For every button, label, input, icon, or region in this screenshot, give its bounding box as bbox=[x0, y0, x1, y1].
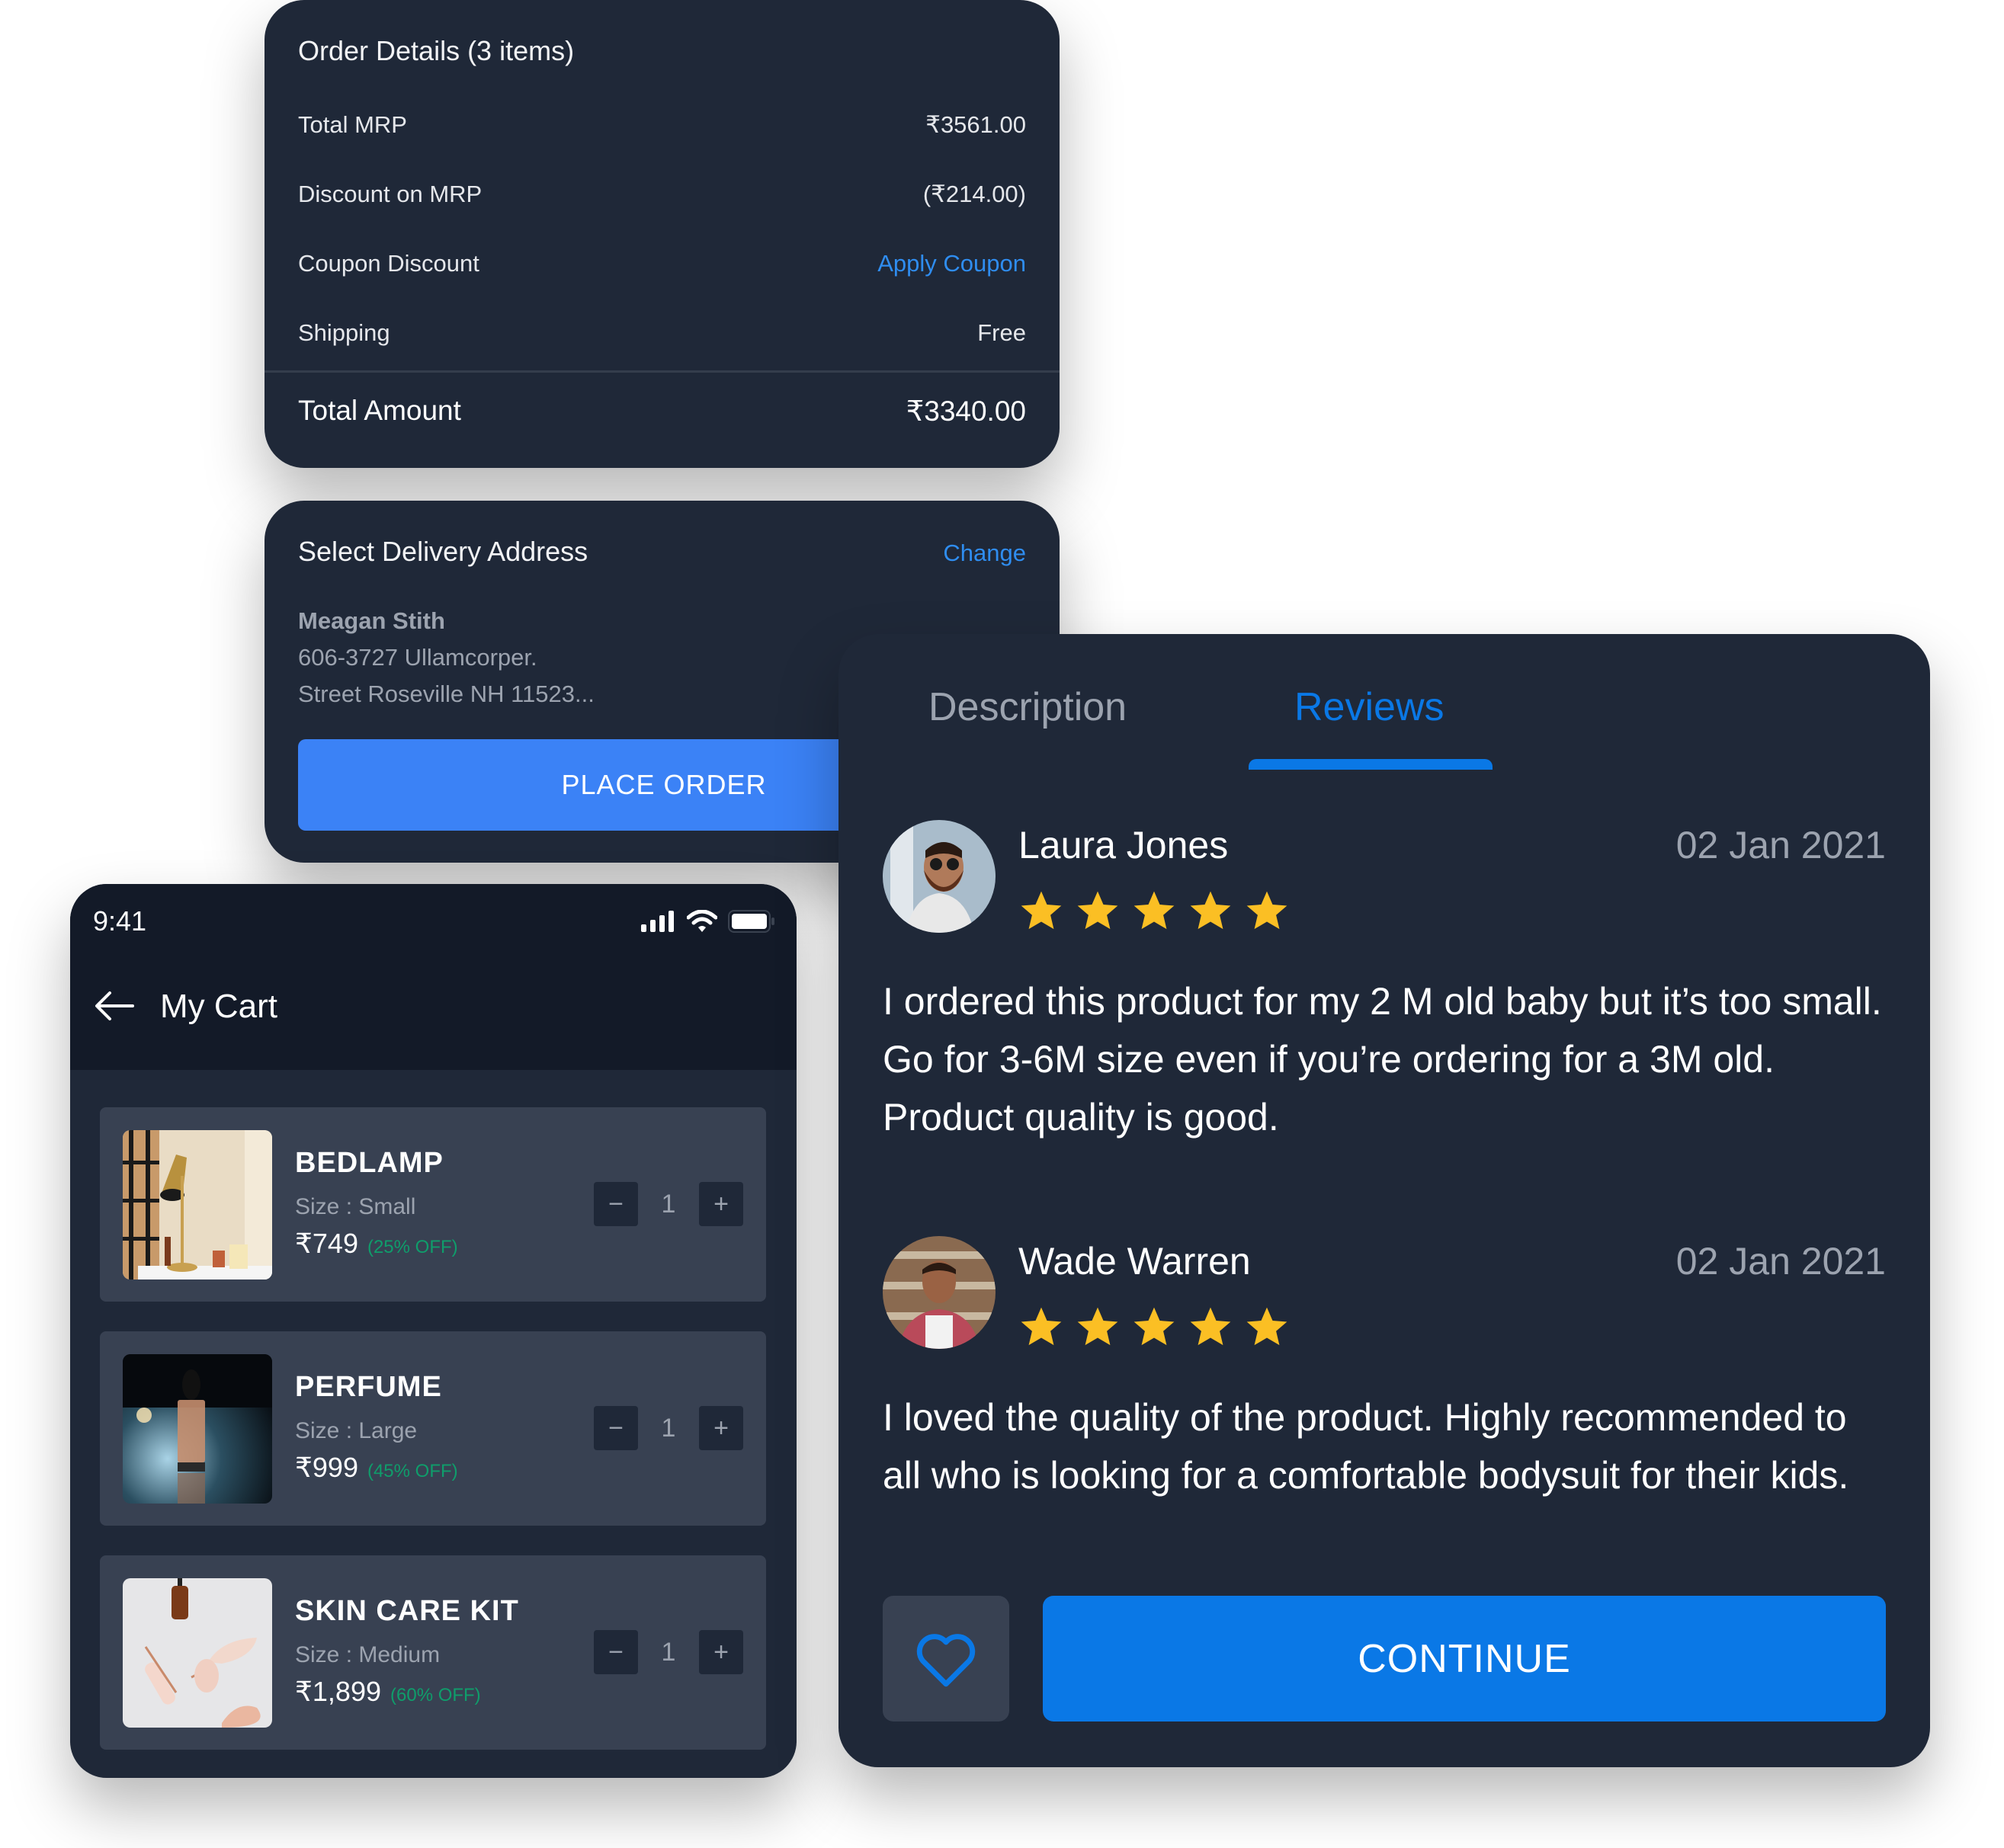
product-name: PERFUME bbox=[295, 1371, 442, 1403]
status-bar-icons bbox=[641, 910, 775, 933]
star-rating bbox=[1018, 889, 1290, 933]
address-line-2: Street Roseville NH 11523... bbox=[298, 681, 595, 707]
row-label: Discount on MRP bbox=[298, 181, 483, 207]
continue-button[interactable]: CONTINUE bbox=[1043, 1596, 1886, 1721]
product-size: Size : Small bbox=[295, 1194, 416, 1219]
star-icon bbox=[1021, 1307, 1062, 1346]
apply-coupon-link[interactable]: Apply Coupon bbox=[877, 250, 1026, 277]
cart-title: My Cart bbox=[160, 988, 277, 1025]
star-icon bbox=[1077, 1307, 1118, 1346]
perfume-image bbox=[123, 1354, 272, 1504]
tab-reviews[interactable]: Reviews bbox=[1294, 684, 1444, 730]
reviewer-name: Laura Jones bbox=[1018, 824, 1229, 866]
product-size: Size : Medium bbox=[295, 1642, 441, 1667]
tab-description[interactable]: Description bbox=[928, 684, 1127, 730]
review-date: 02 Jan 2021 bbox=[1675, 824, 1886, 866]
star-icon bbox=[1133, 1307, 1175, 1346]
star-icon bbox=[1021, 891, 1062, 930]
reviewer-name: Wade Warren bbox=[1018, 1240, 1251, 1283]
cart-phone-screen: 9:41 My Cart BEDLAMP Size: Small ₹749 (… bbox=[70, 884, 797, 1778]
cart-item: PERFUME Size : Large ₹999 (45% OFF) − 1 + bbox=[100, 1331, 766, 1526]
order-row-total-mrp: Total MRP ₹3561.00 bbox=[298, 111, 1026, 139]
quantity-stepper: − 1 + bbox=[594, 1182, 743, 1226]
total-label: Total Amount bbox=[298, 395, 461, 426]
order-details-card: Order Details (3 items) Total MRP ₹3561.… bbox=[265, 0, 1060, 468]
quantity-value: 1 bbox=[661, 1189, 676, 1219]
total-value: ₹3340.00 bbox=[906, 396, 1026, 427]
product-price: ₹999 bbox=[295, 1452, 358, 1483]
star-rating bbox=[1018, 1305, 1290, 1349]
cart-item: SKIN CARE KIT Size : Medium ₹1,899 (60% O… bbox=[100, 1555, 766, 1750]
product-reviews-card: Description Reviews Laura Jones 02 Jan 2… bbox=[838, 634, 1930, 1767]
row-value: (₹214.00) bbox=[922, 181, 1026, 207]
change-address-link[interactable]: Change bbox=[943, 540, 1026, 567]
product-discount: (60% OFF) bbox=[390, 1685, 481, 1705]
order-row-discount: Discount on MRP (₹214.00) bbox=[298, 181, 1026, 208]
row-label: Coupon Discount bbox=[298, 250, 479, 277]
quantity-value: 1 bbox=[661, 1637, 676, 1667]
order-row-shipping: Shipping Free bbox=[298, 319, 1026, 347]
product-price-line: ₹999 (45% OFF) bbox=[295, 1452, 458, 1484]
star-icon bbox=[1077, 891, 1118, 930]
star-icon bbox=[1246, 1307, 1287, 1346]
cart-item: BEDLAMP Size : Small ₹749 (25% OFF) − 1 + bbox=[100, 1107, 766, 1302]
skin-care-kit-image bbox=[123, 1578, 272, 1728]
product-name: BEDLAMP bbox=[295, 1147, 444, 1179]
row-value: Free bbox=[977, 319, 1026, 346]
status-time: 9:41 bbox=[93, 905, 147, 937]
review-date: 02 Jan 2021 bbox=[1675, 1240, 1886, 1283]
product-price: ₹749 bbox=[295, 1228, 358, 1259]
review-text: I ordered this product for my 2 M old ba… bbox=[883, 980, 1882, 1139]
quantity-stepper: − 1 + bbox=[594, 1630, 743, 1674]
star-icon bbox=[1246, 891, 1287, 930]
avatar bbox=[883, 1236, 996, 1349]
increment-button[interactable]: + bbox=[699, 1630, 743, 1674]
heart-icon bbox=[916, 1633, 976, 1686]
product-price: ₹1,899 bbox=[295, 1676, 381, 1707]
delivery-title: Select Delivery Address bbox=[298, 536, 588, 567]
signal-icon bbox=[641, 911, 674, 932]
increment-button[interactable]: + bbox=[699, 1182, 743, 1226]
battery-icon bbox=[728, 910, 774, 933]
recipient-name: Meagan Stith bbox=[298, 607, 445, 634]
star-icon bbox=[1133, 891, 1175, 930]
active-tab-indicator bbox=[1249, 759, 1493, 770]
increment-button[interactable]: + bbox=[699, 1406, 743, 1450]
avatar bbox=[883, 820, 996, 933]
row-label: Shipping bbox=[298, 319, 390, 346]
wifi-icon bbox=[687, 910, 717, 932]
favorite-button[interactable] bbox=[883, 1596, 1009, 1721]
divider bbox=[265, 370, 1060, 373]
back-arrow-icon[interactable] bbox=[95, 991, 134, 1021]
star-icon bbox=[1190, 1307, 1231, 1346]
address-line-1: 606-3727 Ullamcorper. bbox=[298, 644, 537, 671]
review-item: Laura Jones 02 Jan 2021 I ordered this p… bbox=[883, 820, 1886, 1140]
decrement-button[interactable]: − bbox=[594, 1406, 638, 1450]
review-item: Wade Warren 02 Jan 2021 I loved the qual… bbox=[883, 1236, 1886, 1556]
bedlamp-image bbox=[123, 1130, 272, 1280]
decrement-button[interactable]: − bbox=[594, 1182, 638, 1226]
order-total-row: Total Amount ₹3340.00 bbox=[298, 395, 1026, 428]
cart-header: 9:41 My Cart bbox=[70, 884, 797, 1070]
review-text: I loved the quality of the product. High… bbox=[883, 1396, 1849, 1497]
order-details-title: Order Details (3 items) bbox=[298, 35, 575, 66]
product-price-line: ₹749 (25% OFF) bbox=[295, 1228, 458, 1260]
star-icon bbox=[1190, 891, 1231, 930]
order-row-coupon: Coupon Discount Apply Coupon bbox=[298, 250, 1026, 277]
product-name: SKIN CARE KIT bbox=[295, 1595, 519, 1627]
decrement-button[interactable]: − bbox=[594, 1630, 638, 1674]
row-label: Total MRP bbox=[298, 111, 407, 138]
product-size: Size : Large bbox=[295, 1418, 418, 1443]
product-price-line: ₹1,899 (60% OFF) bbox=[295, 1676, 481, 1708]
product-discount: (25% OFF) bbox=[367, 1237, 458, 1257]
quantity-value: 1 bbox=[661, 1413, 676, 1443]
product-discount: (45% OFF) bbox=[367, 1461, 458, 1481]
quantity-stepper: − 1 + bbox=[594, 1406, 743, 1450]
row-value: ₹3561.00 bbox=[925, 111, 1026, 138]
